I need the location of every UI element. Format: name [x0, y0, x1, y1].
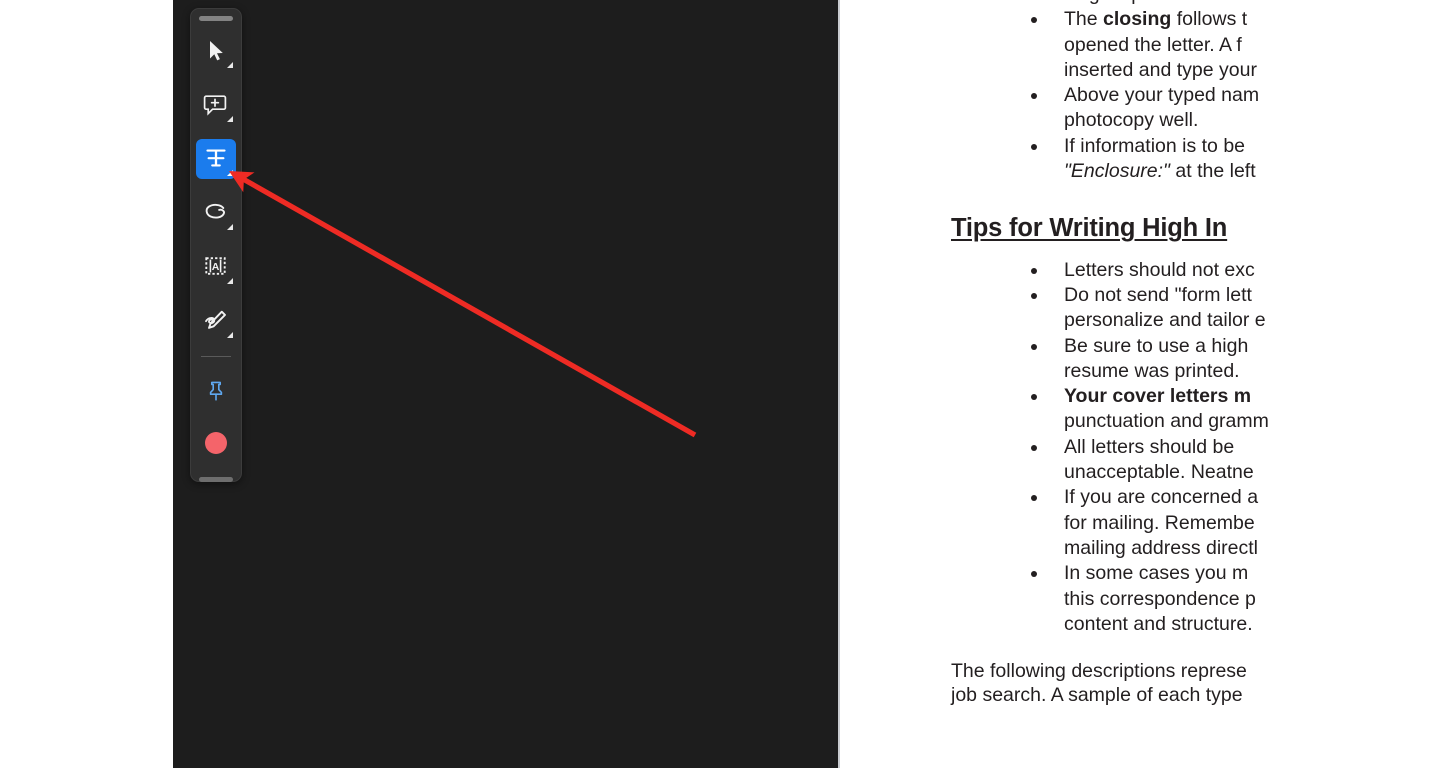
list-item: Do not send "form lett	[951, 283, 1437, 307]
list-item-text: this correspondence p	[1064, 587, 1256, 610]
list-item: "Enclosure:" at the left	[951, 159, 1437, 183]
list-item-text: Letters should not exc	[1064, 258, 1255, 281]
toolbar-tool-stack: A	[196, 31, 236, 477]
paragraph-line: job search. A sample of each type	[951, 684, 1243, 707]
list-item-text: content and structure.	[1064, 612, 1253, 635]
annotation-toolbar[interactable]: A	[190, 8, 242, 482]
list-item: this correspondence p	[951, 587, 1437, 611]
list-item-text: single-spaced with dou	[1064, 0, 1262, 5]
list-item-text: Your cover letters m	[1064, 385, 1252, 408]
list-item: The closing follows t	[951, 7, 1437, 31]
list-item: Your cover letters m	[951, 384, 1437, 408]
list-item-text: punctuation and gramm	[1064, 410, 1269, 433]
sidebar-item-record-tool[interactable]	[196, 423, 236, 463]
list-item: opened the letter. A f	[951, 33, 1437, 57]
sidebar-item-sign-tool[interactable]	[196, 301, 236, 341]
list-item-text: at the left	[1169, 160, 1256, 183]
sidebar-item-comment-tool[interactable]	[196, 85, 236, 125]
list-item: for mailing. Remembe	[951, 511, 1437, 535]
list-item: unacceptable. Neatne	[951, 460, 1437, 484]
text-selection-box-icon: A	[203, 254, 229, 280]
list-item-text: photocopy well.	[1064, 109, 1199, 132]
list-item: mailing address directl	[951, 536, 1437, 560]
list-item: If information is to be	[951, 134, 1437, 158]
sidebar-item-pin-tool[interactable]	[196, 371, 236, 411]
list-item: If you are concerned a	[951, 485, 1437, 509]
signature-pen-icon	[203, 308, 229, 334]
list-item: single-spaced with dou	[951, 0, 1437, 6]
toolbar-drag-handle-top[interactable]	[199, 16, 233, 21]
document-top-bullet-list: single-spaced with dou The closing follow…	[951, 0, 1437, 183]
list-item-text: The	[1064, 8, 1104, 31]
document-tips-bullet-list: Letters should not exc Do not send "form …	[951, 258, 1437, 636]
list-item-text: for mailing. Remembe	[1064, 511, 1255, 534]
list-item-text: personalize and tailor e	[1064, 309, 1266, 332]
list-item-text: If information is to be	[1064, 134, 1246, 157]
sidebar-item-text-markup-tool[interactable]	[196, 139, 236, 179]
chevron-dropdown-icon[interactable]	[227, 116, 233, 122]
list-item: personalize and tailor e	[951, 308, 1437, 332]
list-item: content and structure.	[951, 612, 1437, 636]
chevron-dropdown-icon[interactable]	[227, 170, 233, 176]
list-item-text: All letters should be	[1064, 435, 1235, 458]
list-item-text: closing	[1103, 8, 1172, 31]
list-item-text: "Enclosure:"	[1064, 160, 1170, 183]
toolbar-divider	[201, 356, 231, 357]
list-item: photocopy well.	[951, 108, 1437, 132]
dark-overlay-panel	[173, 0, 840, 768]
sidebar-item-text-box-tool[interactable]: A	[196, 247, 236, 287]
list-item: resume was printed.	[951, 359, 1437, 383]
list-item-text: If you are concerned a	[1064, 486, 1259, 509]
toolbar-drag-handle-bottom[interactable]	[199, 477, 233, 482]
list-item-text: follows t	[1171, 8, 1248, 31]
svg-text:A: A	[212, 261, 220, 273]
document-section-heading: Tips for Writing High In	[951, 214, 1228, 243]
cursor-arrow-icon	[203, 38, 229, 64]
list-item: In some cases you m	[951, 561, 1437, 585]
list-item: Be sure to use a high	[951, 334, 1437, 358]
paragraph-line: The following descriptions represe	[951, 660, 1247, 683]
list-item-text: Be sure to use a high	[1064, 334, 1249, 357]
chevron-dropdown-icon[interactable]	[227, 278, 233, 284]
chevron-dropdown-icon[interactable]	[227, 224, 233, 230]
list-item-text: Above your typed nam	[1064, 84, 1260, 107]
record-dot-icon	[205, 432, 227, 454]
text-markup-icon	[203, 146, 229, 172]
document-closing-paragraph: The following descriptions represe job se…	[951, 659, 1437, 708]
pin-icon	[204, 379, 228, 403]
chevron-dropdown-icon[interactable]	[227, 332, 233, 338]
list-item-text: inserted and type your	[1064, 58, 1257, 81]
list-item-text: opened the letter. A f	[1064, 33, 1242, 56]
list-item: Letters should not exc	[951, 258, 1437, 282]
list-item: inserted and type your	[951, 58, 1437, 82]
list-item-text: unacceptable. Neatne	[1064, 461, 1254, 484]
app-root: single-spaced with dou The closing follow…	[0, 0, 1437, 768]
list-item: Above your typed nam	[951, 83, 1437, 107]
freehand-loop-icon	[203, 200, 229, 226]
list-item-text: In some cases you m	[1064, 562, 1249, 585]
list-item: All letters should be	[951, 435, 1437, 459]
list-item: punctuation and gramm	[951, 409, 1437, 433]
sidebar-item-draw-tool[interactable]	[196, 193, 236, 233]
sidebar-item-select-tool[interactable]	[196, 31, 236, 71]
add-comment-icon	[203, 92, 229, 118]
list-item-text: Do not send "form lett	[1064, 283, 1252, 306]
chevron-dropdown-icon[interactable]	[227, 62, 233, 68]
list-item-text: mailing address directl	[1064, 536, 1259, 559]
list-item-text: resume was printed.	[1064, 359, 1240, 382]
document-text-column: single-spaced with dou The closing follow…	[951, 0, 1437, 708]
